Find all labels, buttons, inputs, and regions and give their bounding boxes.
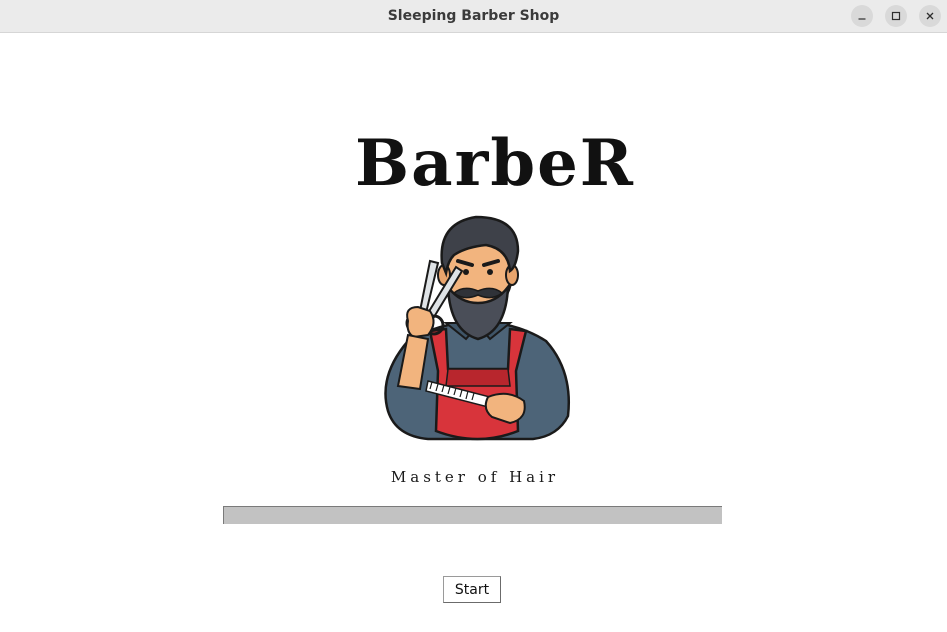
maximize-button[interactable]: [885, 5, 907, 27]
close-button[interactable]: [919, 5, 941, 27]
start-button[interactable]: Start: [443, 576, 501, 603]
maximize-icon: [891, 11, 901, 21]
logo-title: BarbeR: [355, 126, 635, 201]
minimize-icon: [857, 11, 867, 21]
minimize-button[interactable]: [851, 5, 873, 27]
app-window: Sleeping Barber Shop BarbeR Master of Ha…: [0, 0, 947, 632]
progress-bar: [223, 506, 722, 524]
barber-illustration: [384, 215, 570, 441]
close-icon: [925, 11, 935, 21]
window-title: Sleeping Barber Shop: [387, 8, 560, 24]
barber-logo: BarbeR: [340, 125, 650, 495]
logo-tagline: Master of Hair: [390, 468, 560, 486]
title-bar[interactable]: Sleeping Barber Shop: [0, 0, 947, 33]
main-content: BarbeR Master of Hair Start: [0, 33, 947, 632]
